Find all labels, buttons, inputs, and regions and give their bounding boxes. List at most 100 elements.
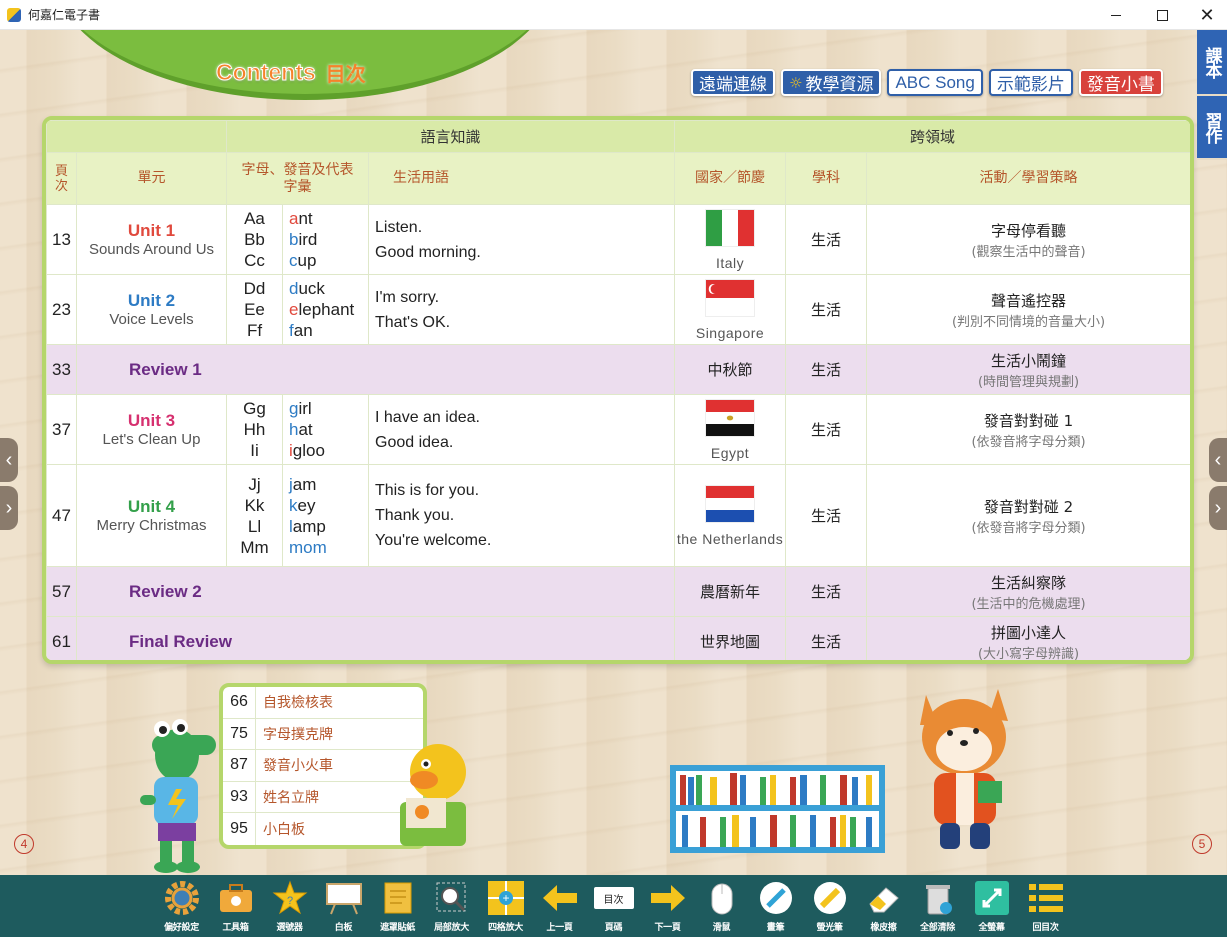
highlighter-button[interactable]: 螢光筆 bbox=[803, 875, 857, 937]
prev-page-tab-right[interactable]: ‹ bbox=[1209, 438, 1227, 482]
letters-cell: Gg Hh Ii bbox=[226, 394, 283, 465]
list-item[interactable]: 87 發音小火車 bbox=[223, 750, 423, 782]
remote-link-button[interactable]: 遠端連線 bbox=[691, 69, 775, 96]
whiteboard-button[interactable]: 白板 bbox=[317, 875, 371, 937]
activity-cell: 生活小鬧鐘 (時間管理與規劃) bbox=[866, 344, 1190, 395]
tab-textbook[interactable]: 課本 bbox=[1197, 30, 1227, 96]
col-header-letters: 字母、發音及代表字彙 bbox=[226, 152, 369, 205]
minimize-button[interactable] bbox=[1093, 0, 1139, 30]
mask-sticker-button[interactable]: 遮罩貼紙 bbox=[371, 875, 425, 937]
star-icon: ? bbox=[270, 879, 310, 917]
table-row[interactable]: 47 Unit 4 Merry Christmas Jj Kk Ll Mm jam k… bbox=[46, 464, 1190, 567]
col-header-phrases: 生活用語 bbox=[367, 152, 676, 205]
quad-zoom-button[interactable]: + 四格放大 bbox=[479, 875, 533, 937]
words-cell: jam key lamp mom bbox=[282, 464, 369, 567]
col-header-page: 頁次 bbox=[46, 152, 77, 205]
phrases-cell: I have an idea. Good idea. bbox=[367, 394, 676, 465]
activity-cell: 聲音遙控器 (判別不同情境的音量大小) bbox=[866, 274, 1190, 345]
subject-cell: 生活 bbox=[785, 464, 868, 567]
next-page-tab[interactable]: › bbox=[1209, 486, 1227, 530]
letters-cell: Dd Ee Ff bbox=[226, 274, 283, 345]
country-name: Singapore bbox=[695, 324, 765, 341]
col-header-festival: 國家／節慶 bbox=[674, 152, 787, 205]
window-title: 何嘉仁電子書 bbox=[28, 8, 101, 22]
pen-button[interactable]: 畫筆 bbox=[749, 875, 803, 937]
teaching-resources-button[interactable]: ☼ 教學資源 bbox=[781, 69, 882, 96]
quad-zoom-icon: + bbox=[486, 879, 526, 917]
page-number-button[interactable]: 目次 頁碼 bbox=[587, 875, 641, 937]
col-header-unit: 單元 bbox=[76, 152, 227, 205]
unit-subtitle: Merry Christmas bbox=[96, 517, 207, 534]
activity-cell: 生活糾察隊 (生活中的危機處理) bbox=[866, 566, 1190, 617]
trash-icon bbox=[918, 879, 958, 917]
prev-page-tab[interactable]: ‹ bbox=[0, 438, 18, 482]
list-item[interactable]: 75 字母撲克牌 bbox=[223, 718, 423, 751]
words-cell: girl hat igloo bbox=[282, 394, 369, 465]
activity-cell: 字母停看聽 (觀察生活中的聲音) bbox=[866, 204, 1190, 275]
zoom-region-button[interactable]: 局部放大 bbox=[425, 875, 479, 937]
subject-cell: 生活 bbox=[785, 344, 868, 395]
book-tabs: 課本 習作 bbox=[1197, 30, 1227, 160]
unit-cell: Unit 1 Sounds Around Us bbox=[76, 204, 227, 275]
close-button[interactable]: ✕ bbox=[1184, 0, 1227, 30]
fullscreen-button[interactable]: 全螢幕 bbox=[965, 875, 1019, 937]
subject-cell: 生活 bbox=[785, 204, 868, 275]
eraser-icon bbox=[864, 879, 904, 917]
table-row[interactable]: 57 Review 2 農曆新年 生活 生活糾察隊 (生活中的危機處理) bbox=[46, 566, 1190, 617]
chevron-right-icon: › bbox=[1214, 496, 1222, 519]
table-row[interactable]: 13 Unit 1 Sounds Around Us Aa Bb Cc ant … bbox=[46, 204, 1190, 275]
toolbox-icon bbox=[216, 879, 256, 917]
unit-subtitle: Let's Clean Up bbox=[102, 431, 201, 448]
magnifier-icon bbox=[432, 879, 472, 917]
country-name: the Netherlands bbox=[676, 530, 784, 547]
subject-cell: 生活 bbox=[785, 566, 868, 617]
page-cell: 57 bbox=[46, 566, 77, 617]
demo-video-button[interactable]: 示範影片 bbox=[988, 69, 1073, 96]
resource-links: 遠端連線 ☼ 教學資源 ABC Song 示範影片 發音小書 bbox=[691, 69, 1163, 96]
sticky-note-icon bbox=[378, 879, 418, 917]
svg-text:?: ? bbox=[286, 895, 292, 907]
country-cell: the Netherlands bbox=[674, 464, 787, 567]
shiba-dog-illustration bbox=[920, 689, 1008, 849]
prev-page-button[interactable]: 上一頁 bbox=[533, 875, 587, 937]
word: jam bbox=[289, 474, 317, 494]
activity-cell: 發音對對碰 2 (依發音將字母分類) bbox=[866, 464, 1190, 567]
table-row[interactable]: 23 Unit 2 Voice Levels Dd Ee Ff duck eleph… bbox=[46, 274, 1190, 345]
singapore-flag-icon bbox=[705, 278, 756, 317]
page-cell: 61 bbox=[46, 616, 77, 660]
festival-cell: 農曆新年 bbox=[674, 566, 787, 617]
letters-cell: Jj Kk Ll Mm bbox=[226, 464, 283, 567]
page-number-left: 4 bbox=[14, 834, 34, 854]
words-cell: duck elephant fan bbox=[282, 274, 369, 345]
toolbox-button[interactable]: 工具箱 bbox=[209, 875, 263, 937]
mouse-button[interactable]: 滑鼠 bbox=[695, 875, 749, 937]
gear-icon bbox=[162, 879, 202, 917]
abc-song-button[interactable]: ABC Song bbox=[887, 69, 983, 96]
list-item[interactable]: 93 姓名立牌 bbox=[223, 781, 423, 814]
phonics-book-button[interactable]: 發音小書 bbox=[1078, 69, 1163, 96]
country-name: Egypt bbox=[710, 444, 750, 461]
list-item[interactable]: 95 小白板 bbox=[223, 813, 423, 845]
preferences-button[interactable]: 偏好設定 bbox=[155, 875, 209, 937]
clear-all-button[interactable]: 全部清除 bbox=[911, 875, 965, 937]
highlighter-icon bbox=[810, 879, 850, 917]
eraser-button[interactable]: 橡皮擦 bbox=[857, 875, 911, 937]
next-page-tab-left[interactable]: › bbox=[0, 486, 18, 530]
table-row[interactable]: 37 Unit 3 Let's Clean Up Gg Hh Ii girl hat… bbox=[46, 394, 1190, 465]
unit-cell: Unit 2 Voice Levels bbox=[76, 274, 227, 345]
arrow-left-icon bbox=[540, 879, 580, 917]
festival-cell: 中秋節 bbox=[674, 344, 787, 395]
activity-cell: 發音對對碰 1 (依發音將字母分類) bbox=[866, 394, 1190, 465]
word: girl bbox=[289, 399, 312, 418]
festival-cell: 世界地圖 bbox=[674, 616, 787, 660]
maximize-button[interactable] bbox=[1139, 0, 1185, 30]
list-item[interactable]: 66 自我檢核表 bbox=[223, 687, 423, 719]
page-title: Contents 目次 bbox=[216, 58, 366, 87]
tab-workbook[interactable]: 習作 bbox=[1197, 96, 1227, 160]
picker-button[interactable]: ? 選號器 bbox=[263, 875, 317, 937]
table-row[interactable]: 33 Review 1 中秋節 生活 生活小鬧鐘 (時間管理與規劃) bbox=[46, 344, 1190, 395]
contents-title-en: Contents bbox=[216, 59, 317, 86]
table-row[interactable]: 61 Final Review 世界地圖 生活 拼圖小達人 (大小寫字母辨識) bbox=[46, 616, 1190, 660]
back-to-contents-button[interactable]: 回目次 bbox=[1019, 875, 1073, 937]
next-page-button[interactable]: 下一頁 bbox=[641, 875, 695, 937]
